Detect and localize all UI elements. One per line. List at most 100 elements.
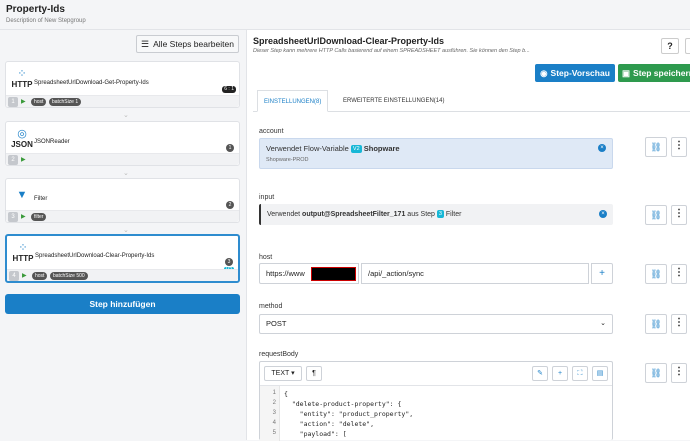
redacted-block [311,267,356,281]
add-segment-button[interactable]: + [591,263,613,284]
account-label: account [259,128,284,135]
request-body-label: requestBody [259,351,299,358]
account-prefix: Verwendet Flow-Variable [266,144,349,153]
chevron-down-icon: ⌄ [600,320,606,327]
step-description: Dieser Step kann mehrere HTTP Calls basi… [253,48,530,54]
save-step-label: Step speichern [633,68,690,78]
field-menu-button[interactable]: ⋮ [671,264,687,284]
link-icon: ⛓ [650,210,662,220]
step-count: 3 [225,258,233,266]
step-editor-panel: SpreadsheetUrlDownload-Clear-Property-Id… [246,30,690,441]
help-button[interactable]: ? [661,38,679,54]
clear-icon[interactable]: × [599,210,607,218]
step-title: SpreadsheetUrlDownload-Clear-Property-Id… [253,36,445,46]
save-icon: ▣ [622,67,631,78]
more-options-button[interactable]: ⋮ [685,38,690,54]
step-preview-button[interactable]: ◉ Step-Vorschau [535,64,615,82]
link-icon: ⛓ [650,368,662,378]
clipboard-icon[interactable]: ▤ [592,366,608,381]
paragraph-icon[interactable]: ¶ [306,366,322,381]
line-number: 5 [272,430,276,436]
step-tag: batchSize 500 [50,272,88,280]
field-menu-button[interactable]: ⋮ [671,363,687,383]
line-number: 2 [272,400,276,406]
eye-icon: ◉ [540,67,548,78]
account-value: Shopware [363,144,400,153]
filter-icon: ▼ [16,189,28,201]
step-tag: filter [31,213,47,221]
field-menu-button[interactable]: ⋮ [671,137,687,157]
link-button[interactable]: ⛓ [645,314,667,334]
code-line: "action": "delete", [284,420,375,428]
host-field: https://www /api/_action/sync + [259,263,613,284]
input-field[interactable]: Verwendet output@SpreadsheetFilter_171 a… [259,204,613,225]
code-line: { [284,390,288,398]
link-button[interactable]: ⛓ [645,205,667,225]
line-number: 3 [272,410,276,416]
code-line: "entity": "product_property", [284,410,414,418]
run-step-icon[interactable]: ▶ [21,156,26,163]
step-tag: host [32,272,48,280]
clear-icon[interactable]: × [598,144,606,152]
host-part1-text: https://www [266,269,305,278]
add-step-button[interactable]: Step hinzufügen [5,294,240,314]
host-input-part2[interactable]: /api/_action/sync [361,263,589,284]
mode-dropdown[interactable]: TEXT ▾ [264,366,302,381]
input-step-name: Filter [445,210,462,218]
edit-all-steps-label: Alle Steps bearbeiten [153,39,234,49]
host-input-part1[interactable]: https://www [259,263,359,284]
step-name: JSONReader [34,139,70,145]
line-number-gutter: 1 2 3 4 5 [260,386,280,441]
account-field[interactable]: Verwendet Flow-Variable V2 Shopware Shop… [259,138,613,169]
tab-advanced-settings[interactable]: ERWEITERTE EINSTELLUNGEN(14) [337,90,450,112]
edit-all-steps-button[interactable]: ☰ Alle Steps bearbeiten [136,35,239,53]
arrow-down-icon: ⌄ [123,170,129,177]
step-count: 1 [226,144,234,152]
tab-settings[interactable]: EINSTELLUNGEN(8) [257,90,329,112]
step-count: 2 [226,201,234,209]
http-logo-icon: ⁘ HTTP [11,68,33,89]
step-card[interactable]: ◎ JSON JSONReader 1 2 ▶ [5,121,240,166]
step-card[interactable]: ⁘ HTTP SpreadsheetUrlDownload-Get-Proper… [5,61,240,108]
run-step-icon[interactable]: ▶ [21,98,26,105]
line-number: 1 [272,390,276,396]
step-number: 4 [9,271,19,281]
run-step-icon[interactable]: ▶ [21,213,26,220]
step-card-active[interactable]: ⁘ HTTP SpreadsheetUrlDownload-Clear-Prop… [5,234,240,283]
code-line: "payload": [ [284,430,347,438]
mode-value: TEXT [271,370,290,377]
plus-icon[interactable]: + [552,366,568,381]
field-menu-button[interactable]: ⋮ [671,205,687,225]
page-description: Description of New Stepgroup [6,18,86,24]
step-name: Filter [34,196,48,202]
run-step-icon[interactable]: ▶ [22,272,27,279]
step-number: 3 [8,212,18,222]
step-footer: 4 ▶ host batchSize 500 [7,269,238,281]
arrow-down-icon: ⌄ [123,112,129,119]
step-number: 1 [8,97,18,107]
fullscreen-icon[interactable]: ⛶ [572,366,588,381]
method-label: method [259,303,283,310]
method-value: POST [266,319,287,328]
link-icon: ⛓ [650,319,662,329]
link-icon: ⛓ [650,269,662,279]
request-body-editor[interactable]: TEXT ▾ ¶ ✎ + ⛶ ▤ 1 2 3 4 5 { "delete-pro… [259,361,613,441]
wrench-icon[interactable]: ✎ [532,366,548,381]
step-list-panel: ☰ Alle Steps bearbeiten ⁘ HTTP Spreadshe… [0,30,246,440]
field-menu-button[interactable]: ⋮ [671,314,687,334]
input-mid: aus Step [407,210,435,218]
step-tag: host [31,98,47,106]
step-name: SpreadsheetUrlDownload-Get-Property-Ids [34,80,149,86]
save-step-button[interactable]: ▣ Step speichern [618,64,690,82]
input-prefix: Verwendet [267,210,301,218]
http-logo-icon: ⁘ HTTP [12,242,34,263]
link-icon: ⛓ [650,142,662,152]
account-sub: Shopware-PROD [266,157,309,163]
step-preview-label: Step-Vorschau [550,68,610,78]
page-title: Property-Ids [6,4,65,15]
link-button[interactable]: ⛓ [645,137,667,157]
step-card[interactable]: ▼ Filter 2 3 ▶ filter [5,178,240,223]
link-button[interactable]: ⛓ [645,363,667,383]
method-select[interactable]: POST ⌄ [259,314,613,334]
link-button[interactable]: ⛓ [645,264,667,284]
